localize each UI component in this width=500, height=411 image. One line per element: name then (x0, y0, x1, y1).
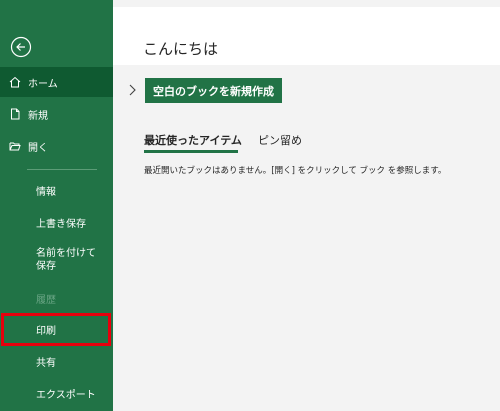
active-tab-underline (144, 150, 238, 153)
sidebar-item-label: 上書き保存 (36, 218, 86, 230)
sidebar-item-label: 印刷 (36, 325, 56, 337)
sidebar-item-label: 名前を付けて保存 (36, 248, 96, 272)
back-arrow-icon (10, 36, 32, 58)
tab-pinned[interactable]: ピン留め (258, 132, 302, 148)
home-icon (9, 76, 21, 88)
back-button[interactable] (10, 36, 32, 58)
chevron-right-icon (129, 84, 136, 96)
sidebar-item-label: 共有 (36, 357, 56, 369)
sidebar-item-open[interactable]: 開く (0, 131, 113, 161)
sidebar-item-label: 履歴 (36, 294, 56, 306)
sidebar-item-print[interactable]: 印刷 (0, 314, 113, 344)
backstage-sidebar: ホーム 新規 開く 情報 上書き保存 名前を付けて保存 履歴 印刷 共有 エクス… (0, 0, 113, 411)
sidebar-divider (27, 169, 97, 170)
page-title: こんにちは (143, 40, 219, 58)
new-blank-workbook-button[interactable]: 空白のブックを新規作成 (145, 78, 282, 103)
empty-recent-message: 最近開いたブックはありません。[開く] をクリックして ブック を参照します。 (144, 166, 447, 176)
sidebar-item-label: ホーム (28, 78, 58, 90)
sidebar-item-label: 新規 (28, 110, 48, 122)
sidebar-item-share[interactable]: 共有 (0, 346, 113, 376)
backstage-main: こんにちは 空白のブックを新規作成 最近使ったアイテム ピン留め 最近開いたブッ… (113, 0, 500, 411)
sidebar-item-info[interactable]: 情報 (0, 175, 113, 205)
folder-open-icon (9, 140, 21, 152)
sidebar-item-label: エクスポート (36, 389, 96, 401)
new-document-icon (9, 108, 21, 120)
sidebar-item-label: 開く (28, 142, 48, 154)
sidebar-item-new[interactable]: 新規 (0, 99, 113, 129)
expand-chevron[interactable] (127, 82, 137, 96)
sidebar-item-export[interactable]: エクスポート (0, 378, 113, 408)
sidebar-item-save-as[interactable]: 名前を付けて保存 (0, 247, 100, 283)
tab-recent[interactable]: 最近使ったアイテム (144, 132, 242, 148)
sidebar-item-home[interactable]: ホーム (0, 67, 113, 97)
sidebar-item-save[interactable]: 上書き保存 (0, 207, 113, 237)
sidebar-item-history: 履歴 (0, 283, 113, 313)
sidebar-item-label: 情報 (36, 186, 56, 198)
